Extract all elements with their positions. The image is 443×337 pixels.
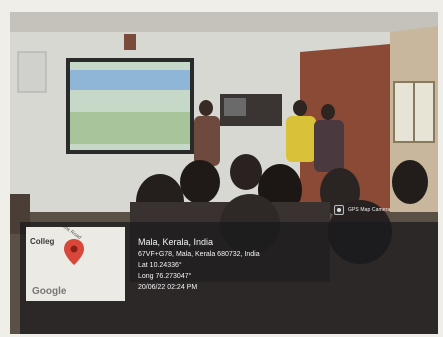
- camera-icon: [334, 205, 344, 215]
- geo-text-block: Mala, Kerala, India 67VF+G78, Mala, Kera…: [138, 236, 260, 293]
- badge-text: GPS Map Camera: [348, 207, 391, 213]
- photo-frame: GPS Map Camera Colleg Link Road Google M…: [0, 0, 443, 337]
- gps-camera-badge: GPS Map Camera: [334, 203, 434, 217]
- location-datetime: 20/06/22 02:24 PM: [138, 284, 198, 291]
- location-longitude: Long 76.273047°: [138, 273, 192, 280]
- google-logo: Google: [32, 286, 67, 297]
- geo-overlay: Colleg Link Road Google Mala, Kerala, In…: [20, 222, 438, 334]
- map-place-label: Colleg: [30, 237, 55, 246]
- map-thumbnail: Colleg Link Road Google: [26, 227, 125, 301]
- location-address: 67VF+G78, Mala, Kerala 680732, India: [138, 251, 260, 258]
- location-place: Mala, Kerala, India: [138, 237, 214, 247]
- location-latitude: Lat 10.24336°: [138, 262, 182, 269]
- map-pin-icon: [64, 239, 84, 265]
